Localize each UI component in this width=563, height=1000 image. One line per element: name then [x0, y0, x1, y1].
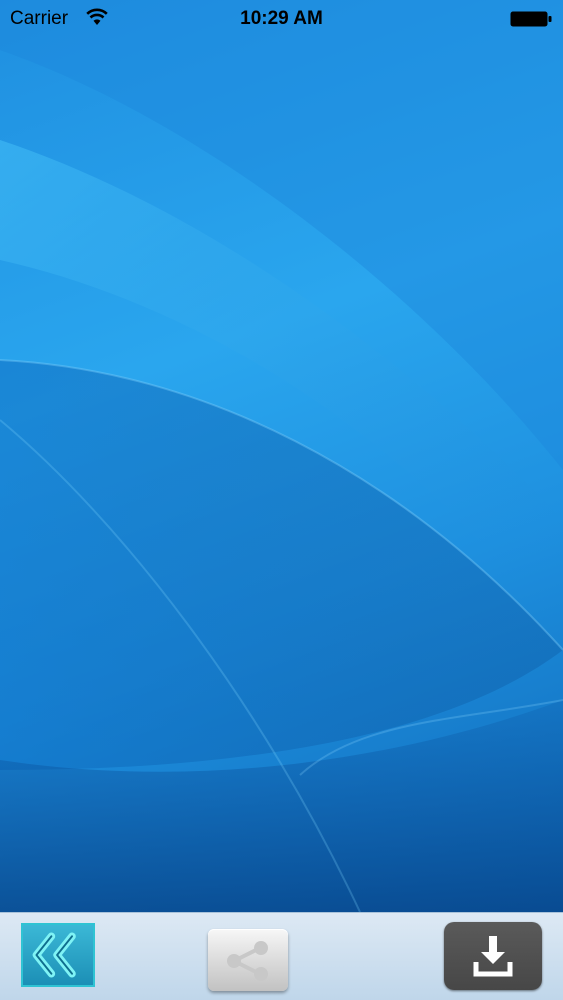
double-chevron-left-icon [32, 932, 76, 978]
status-bar: Carrier 10:29 AM [0, 0, 563, 40]
bottom-toolbar [0, 912, 563, 1000]
battery-icon [510, 11, 552, 27]
download-icon [473, 936, 513, 977]
clock: 10:29 AM [240, 8, 323, 29]
wallpaper-image [0, 0, 563, 912]
share-button[interactable] [208, 929, 288, 991]
app-screen: Carrier 10:29 AM [0, 0, 563, 1000]
back-button[interactable] [21, 923, 95, 987]
download-button[interactable] [444, 922, 542, 990]
share-icon [227, 941, 268, 981]
